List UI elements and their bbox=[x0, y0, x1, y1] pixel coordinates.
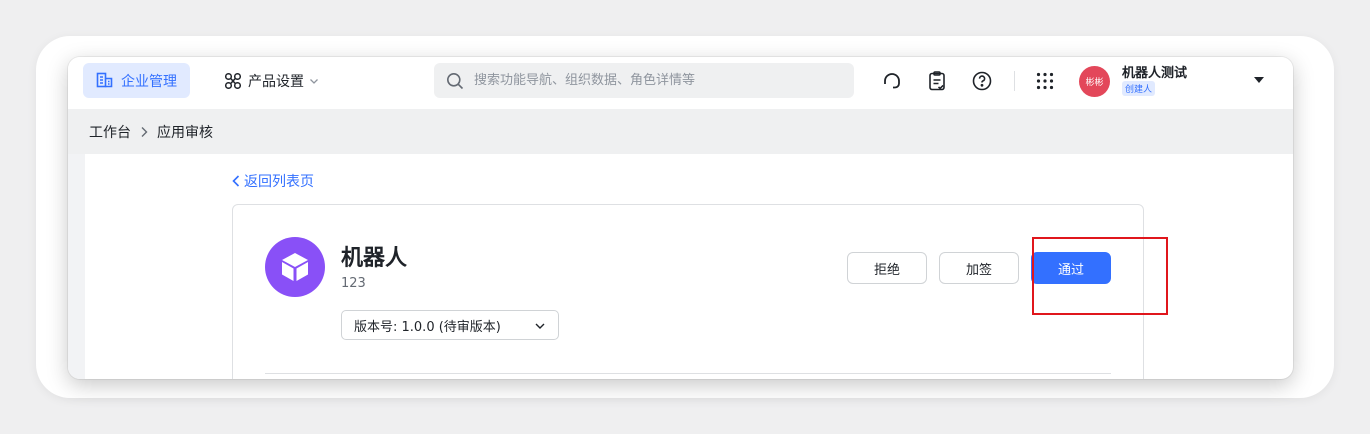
left-strip bbox=[68, 154, 85, 379]
search-icon bbox=[446, 72, 464, 90]
headset-icon[interactable] bbox=[880, 69, 904, 93]
global-search[interactable] bbox=[434, 63, 854, 98]
cube-icon bbox=[265, 237, 325, 297]
chevron-down-icon bbox=[534, 320, 546, 332]
product-settings-label: 产品设置 bbox=[248, 73, 304, 90]
org-management-label: 企业管理 bbox=[121, 73, 177, 90]
add-signer-button[interactable]: 加签 bbox=[939, 252, 1019, 284]
version-select[interactable]: 版本号: 1.0.0 (待审版本) bbox=[341, 310, 559, 340]
top-bar: 企业管理 产品设置 搜索功能导航、组织数据、角色详情等 彬彬 机器人测试 创建人 bbox=[68, 57, 1293, 109]
user-role-badge: 创建人 bbox=[1122, 81, 1156, 96]
org-management-button[interactable]: 企业管理 bbox=[83, 63, 190, 98]
chevron-right-icon bbox=[139, 126, 149, 138]
user-name: 机器人测试 bbox=[1122, 66, 1188, 81]
help-icon[interactable] bbox=[970, 69, 994, 93]
app-name: 机器人 bbox=[341, 246, 408, 271]
avatar[interactable]: 彬彬 bbox=[1079, 66, 1110, 97]
highlight-box bbox=[1032, 237, 1168, 315]
caret-down-icon[interactable] bbox=[1253, 75, 1265, 85]
chevron-down-icon bbox=[309, 76, 319, 86]
clipboard-icon[interactable] bbox=[925, 69, 949, 93]
app-description: 123 bbox=[341, 276, 366, 291]
product-settings-menu[interactable]: 产品设置 bbox=[224, 63, 319, 98]
back-to-list-link[interactable]: 返回列表页 bbox=[231, 171, 314, 191]
reject-button[interactable]: 拒绝 bbox=[847, 252, 927, 284]
grid-dots-icon[interactable] bbox=[1033, 69, 1057, 93]
app-window: 企业管理 产品设置 搜索功能导航、组织数据、角色详情等 彬彬 机器人测试 创建人… bbox=[68, 57, 1293, 379]
building-icon bbox=[96, 72, 113, 89]
breadcrumb-current: 应用审核 bbox=[157, 124, 213, 141]
app-review-panel: 机器人 123 版本号: 1.0.0 (待审版本) 拒绝 加签 通过 bbox=[232, 204, 1144, 379]
back-link-label: 返回列表页 bbox=[244, 174, 314, 190]
toolbar-divider bbox=[1014, 71, 1015, 91]
search-input[interactable] bbox=[472, 72, 836, 89]
breadcrumb-workbench[interactable]: 工作台 bbox=[89, 122, 131, 142]
panel-divider bbox=[265, 373, 1111, 374]
chevron-left-icon bbox=[231, 174, 241, 188]
product-settings-icon bbox=[224, 72, 242, 90]
version-select-value: 版本号: 1.0.0 (待审版本) bbox=[354, 319, 501, 335]
breadcrumb: 工作台 应用审核 bbox=[68, 109, 1293, 154]
